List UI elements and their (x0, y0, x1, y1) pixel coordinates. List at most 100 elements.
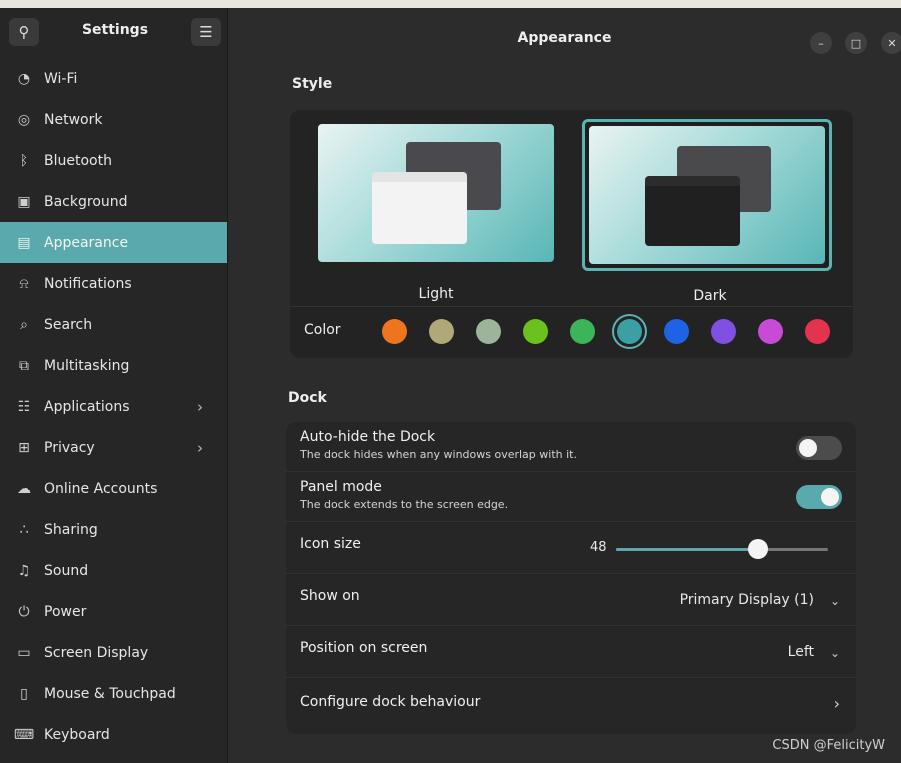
sidebar-item-label: Sound (44, 562, 89, 579)
icon-size-row: Icon size 48 (286, 522, 856, 574)
close-button[interactable]: ✕ (881, 32, 901, 54)
music-note-icon: ♫ (17, 562, 31, 579)
autohide-row[interactable]: Auto-hide the Dock The dock hides when a… (286, 422, 856, 472)
bluetooth-icon: ᛒ (19, 152, 29, 169)
sidebar-item-online-accounts[interactable]: ☁ Online Accounts (0, 468, 227, 509)
icon-size-value: 48 (590, 540, 607, 555)
sidebar-item-sharing[interactable]: ∴ Sharing (0, 509, 227, 550)
main-header: Appearance – □ ✕ (228, 8, 901, 66)
show-on-row[interactable]: Show on Primary Display (1) ⌄ (286, 574, 856, 626)
sidebar-item-label: Sharing (44, 521, 98, 538)
keyboard-icon: ⌨ (13, 726, 35, 743)
color-swatch[interactable] (570, 319, 595, 344)
share-icon: ∴ (19, 521, 29, 538)
dock-card: Auto-hide the Dock The dock hides when a… (286, 422, 856, 734)
chevron-right-icon: › (197, 438, 203, 457)
maximize-icon: □ (850, 36, 862, 50)
menu-button[interactable]: ☰ (191, 18, 221, 46)
close-icon: ✕ (887, 36, 897, 50)
sidebar-item-keyboard[interactable]: ⌨ Keyboard (0, 714, 227, 755)
show-on-value[interactable]: Primary Display (1) (680, 592, 814, 608)
icon-size-title: Icon size (300, 536, 361, 552)
sidebar-item-multitasking[interactable]: ⧉ Multitasking (0, 345, 227, 386)
sidebar-item-wi-fi[interactable]: ◔ Wi-Fi (0, 58, 227, 99)
autohide-toggle[interactable] (796, 436, 842, 460)
sidebar-item-background[interactable]: ▣ Background (0, 181, 227, 222)
light-theme-label[interactable]: Light (386, 286, 486, 302)
autohide-title: Auto-hide the Dock (300, 429, 436, 445)
dark-theme-selected-frame[interactable] (582, 119, 832, 271)
configure-dock-row[interactable]: Configure dock behaviour › (286, 678, 856, 734)
maximize-button[interactable]: □ (845, 32, 867, 54)
sidebar-item-network[interactable]: ◎ Network (0, 99, 227, 140)
minimize-button[interactable]: – (810, 32, 832, 54)
color-label: Color (304, 322, 341, 338)
search-icon: ⌕ (20, 316, 28, 333)
power-icon: ⏻ (18, 603, 30, 620)
multitasking-icon: ⧉ (19, 357, 29, 374)
dark-theme-preview[interactable] (589, 126, 825, 264)
sidebar-item-label: Multitasking (44, 357, 130, 374)
panel-mode-toggle[interactable] (796, 485, 842, 509)
sidebar-item-privacy[interactable]: ⊞ Privacy › (0, 427, 227, 468)
sidebar-item-appearance[interactable]: ▤ Appearance (0, 222, 227, 263)
color-swatch[interactable] (664, 319, 689, 344)
main-panel: Appearance – □ ✕ Style Light Dark Color … (228, 8, 901, 763)
sidebar-item-label: Wi-Fi (44, 70, 78, 87)
settings-window: ⚲ Settings ☰ ◔ Wi-Fi ◎ Network ᛒ Bluetooth ▣ Ba… (0, 8, 901, 763)
color-swatch[interactable] (805, 319, 830, 344)
position-value[interactable]: Left (788, 644, 814, 660)
hamburger-menu-icon: ☰ (199, 23, 213, 41)
autohide-subtitle: The dock hides when any windows overlap … (300, 448, 577, 461)
dark-theme-label[interactable]: Dark (660, 288, 760, 304)
watermark: CSDN @FelicityW (772, 738, 885, 753)
sidebar-item-sound[interactable]: ♫ Sound (0, 550, 227, 591)
color-swatch[interactable] (429, 319, 454, 344)
sidebar-item-label: Keyboard (44, 726, 110, 743)
color-swatch[interactable] (476, 319, 501, 344)
monitor-icon: ▭ (17, 644, 31, 661)
color-swatch[interactable] (617, 319, 642, 344)
sidebar-item-power[interactable]: ⏻ Power (0, 591, 227, 632)
sidebar-item-mouse-touchpad[interactable]: ▯ Mouse & Touchpad (0, 673, 227, 714)
top-desktop-strip (0, 0, 901, 8)
preview-front-window (645, 176, 740, 246)
sidebar-item-notifications[interactable]: ⍾ Notifications (0, 263, 227, 304)
sidebar-item-bluetooth[interactable]: ᛒ Bluetooth (0, 140, 227, 181)
search-button[interactable]: ⚲ (9, 18, 39, 46)
panel-mode-row[interactable]: Panel mode The dock extends to the scree… (286, 472, 856, 522)
sidebar-item-label: Background (44, 193, 128, 210)
appearance-icon: ▤ (17, 234, 31, 251)
minimize-icon: – (818, 36, 824, 50)
dock-section-title: Dock (288, 390, 327, 406)
network-icon: ◎ (17, 111, 31, 128)
slider-knob[interactable] (748, 539, 769, 559)
bell-icon: ⍾ (19, 275, 29, 292)
chevron-down-icon: ⌄ (829, 646, 840, 660)
wifi-icon: ◔ (17, 70, 31, 87)
grid-icon: ☷ (17, 398, 31, 415)
color-swatch[interactable] (382, 319, 407, 344)
sidebar-item-applications[interactable]: ☷ Applications › (0, 386, 227, 427)
sidebar-item-label: Privacy (44, 439, 95, 456)
position-title: Position on screen (300, 640, 428, 656)
sidebar-item-label: Mouse & Touchpad (44, 685, 176, 702)
light-theme-preview[interactable] (318, 124, 554, 262)
sidebar: ⚲ Settings ☰ ◔ Wi-Fi ◎ Network ᛒ Bluetooth ▣ Ba… (0, 8, 228, 763)
chevron-right-icon: › (197, 397, 203, 416)
position-row[interactable]: Position on screen Left ⌄ (286, 626, 856, 678)
color-swatch[interactable] (523, 319, 548, 344)
sidebar-item-label: Applications (44, 398, 130, 415)
sidebar-item-label: Power (44, 603, 87, 620)
sidebar-title: Settings (81, 22, 149, 38)
style-section-title: Style (292, 76, 333, 92)
mouse-icon: ▯ (20, 685, 28, 702)
search-icon: ⚲ (18, 23, 30, 41)
divider (290, 306, 853, 307)
sidebar-item-screen-display[interactable]: ▭ Screen Display (0, 632, 227, 673)
sidebar-item-search[interactable]: ⌕ Search (0, 304, 227, 345)
icon-size-slider[interactable] (616, 539, 828, 559)
toggle-knob (821, 488, 839, 506)
color-swatch[interactable] (758, 319, 783, 344)
color-swatch[interactable] (711, 319, 736, 344)
